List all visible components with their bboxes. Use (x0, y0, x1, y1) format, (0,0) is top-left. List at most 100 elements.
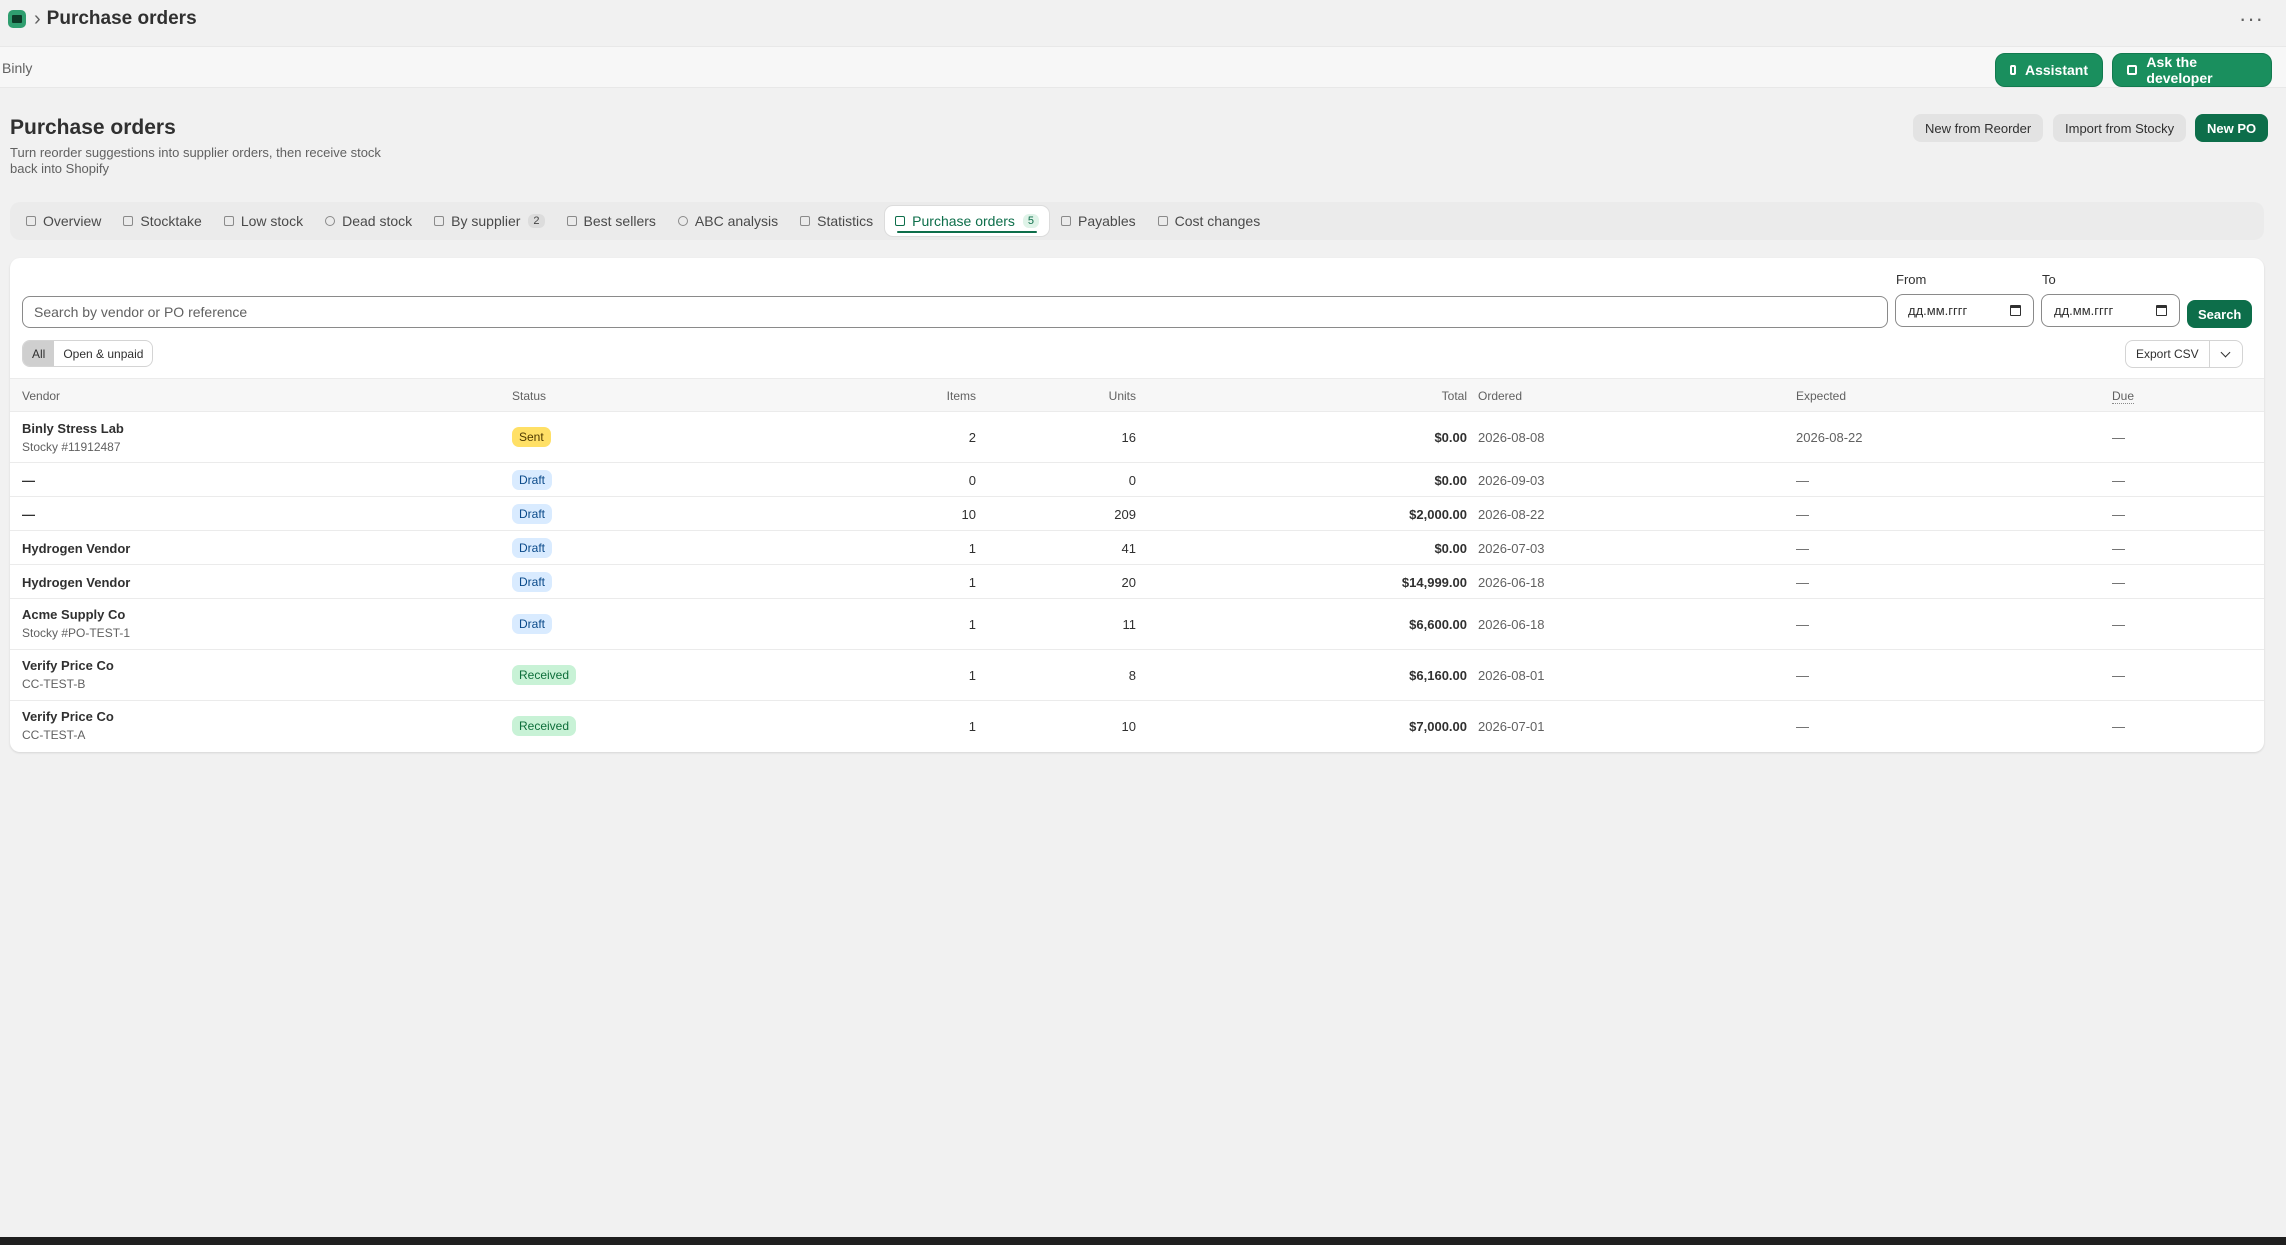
table-row[interactable]: Verify Price Co CC-TEST-B Received 1 8 $… (10, 650, 2264, 701)
vendor-name[interactable]: Hydrogen Vendor (22, 575, 130, 590)
from-date-label: From (1896, 272, 1927, 287)
vendor-name[interactable]: Verify Price Co (22, 658, 114, 673)
tab-label: Cost changes (1174, 213, 1261, 229)
col-ordered[interactable]: Ordered (1478, 389, 1522, 403)
calendar-icon[interactable] (2156, 305, 2167, 316)
tab-label: By supplier (451, 213, 521, 229)
items-count: 1 (968, 719, 976, 734)
col-total[interactable]: Total (1310, 389, 1467, 403)
due-date: — (2112, 719, 2125, 734)
po-reference: Stocky #PO-TEST-1 (22, 626, 131, 640)
assistant-button[interactable]: Assistant (1995, 53, 2103, 87)
to-date-placeholder: дд.мм.гггг (2054, 303, 2114, 318)
tab-cost-changes[interactable]: Cost changes (1148, 206, 1271, 236)
table-row[interactable]: — Draft 10 209 $2,000.00 2026-08-22 — — (10, 497, 2264, 531)
tab-by-supplier[interactable]: By supplier 2 (424, 206, 554, 236)
clipboard-icon (123, 216, 134, 226)
tab-stocktake[interactable]: Stocktake (113, 206, 211, 236)
po-reference: CC-TEST-B (22, 677, 86, 691)
table-row[interactable]: Hydrogen Vendor Draft 1 20 $14,999.00 20… (10, 565, 2264, 599)
expected-date: — (1796, 507, 1809, 522)
ask-developer-button[interactable]: Ask the developer (2112, 53, 2272, 87)
col-due[interactable]: Due (2112, 389, 2135, 404)
tab-statistics[interactable]: Statistics (790, 206, 883, 236)
status-badge: Received (512, 716, 577, 736)
items-count: 1 (968, 575, 976, 590)
vendor-name[interactable]: — (22, 507, 35, 522)
vendor-name[interactable]: Hydrogen Vendor (22, 541, 130, 556)
export-csv-button[interactable]: Export CSV (2126, 341, 2210, 367)
calendar-icon[interactable] (2010, 305, 2021, 316)
vendor-name[interactable]: Binly Stress Lab (22, 421, 124, 436)
tab-label: Dead stock (342, 213, 413, 229)
breadcrumb-separator: › (34, 7, 41, 30)
tab-overview[interactable]: Overview (16, 206, 111, 236)
from-date-placeholder: дд.мм.гггг (1908, 303, 1968, 318)
search-input[interactable] (22, 296, 1888, 328)
units-count: 16 (1121, 430, 1136, 445)
admin-topbar: › Purchase orders ··· (0, 0, 2286, 38)
po-reference: CC-TEST-A (22, 728, 86, 742)
table-row[interactable]: Binly Stress Lab Stocky #11912487 Sent 2… (10, 412, 2264, 463)
search-button[interactable]: Search (2187, 300, 2253, 328)
status-badge: Draft (512, 614, 553, 634)
expected-date: 2026-08-22 (1796, 430, 1863, 445)
table-row[interactable]: Hydrogen Vendor Draft 1 41 $0.00 2026-07… (10, 531, 2264, 565)
tab-label: Statistics (817, 213, 874, 229)
filter-open-unpaid[interactable]: Open & unpaid (54, 341, 152, 366)
ordered-date: 2026-07-03 (1478, 541, 1545, 556)
new-from-reorder-button[interactable]: New from Reorder (1913, 114, 2044, 142)
items-count: 10 (961, 507, 976, 522)
po-total: $0.00 (1434, 430, 1467, 445)
tab-abc-analysis[interactable]: ABC analysis (668, 206, 788, 236)
units-count: 41 (1121, 541, 1136, 556)
from-date-field[interactable]: дд.мм.гггг (1895, 294, 2034, 327)
filter-all[interactable]: All (23, 341, 55, 366)
col-units[interactable]: Units (1010, 389, 1136, 403)
table-row[interactable]: — Draft 0 0 $0.00 2026-09-03 — — (10, 463, 2264, 497)
units-count: 8 (1128, 668, 1136, 683)
tab-count-badge: 2 (528, 214, 545, 228)
new-po-button[interactable]: New PO (2195, 114, 2269, 142)
import-from-stocky-button[interactable]: Import from Stocky (2053, 114, 2187, 142)
more-actions-icon[interactable]: ··· (2239, 6, 2264, 32)
col-vendor[interactable]: Vendor (22, 389, 60, 403)
page-title: Purchase orders (10, 116, 176, 139)
status-badge: Draft (512, 538, 553, 558)
expected-date: — (1796, 668, 1809, 683)
bar-chart-icon (566, 216, 577, 226)
tab-purchase-orders[interactable]: Purchase orders 5 (885, 206, 1050, 236)
vendor-name[interactable]: Verify Price Co (22, 709, 114, 724)
tab-dead-stock[interactable]: Dead stock (315, 206, 422, 236)
warning-icon (223, 216, 234, 226)
po-total: $0.00 (1434, 541, 1467, 556)
table-row[interactable]: Verify Price Co CC-TEST-A Received 1 10 … (10, 701, 2264, 752)
ask-developer-button-label: Ask the developer (2146, 54, 2213, 86)
col-status[interactable]: Status (512, 389, 546, 403)
export-options-toggle[interactable] (2210, 341, 2242, 367)
due-date: — (2112, 617, 2125, 632)
tab-best-sellers[interactable]: Best sellers (557, 206, 666, 236)
po-total: $6,160.00 (1409, 668, 1467, 683)
status-badge: Draft (512, 572, 553, 592)
app-icon[interactable] (8, 10, 26, 28)
purchase-orders-card: From To дд.мм.гггг дд.мм.гггг Search All… (10, 258, 2264, 752)
store-icon (434, 216, 445, 226)
po-total: $6,600.00 (1409, 617, 1467, 632)
export-csv-split-button: Export CSV (2125, 340, 2243, 368)
status-badge: Draft (512, 504, 553, 524)
due-date: — (2112, 430, 2125, 445)
vendor-name[interactable]: Acme Supply Co (22, 607, 125, 622)
window-bottom-edge (0, 1237, 2286, 1245)
tab-low-stock[interactable]: Low stock (214, 206, 313, 236)
to-date-field[interactable]: дд.мм.гггг (2041, 294, 2180, 327)
tab-label: Best sellers (583, 213, 656, 229)
to-date-label: To (2042, 272, 2056, 287)
ordered-date: 2026-09-03 (1478, 473, 1545, 488)
table-row[interactable]: Acme Supply Co Stocky #PO-TEST-1 Draft 1… (10, 599, 2264, 650)
tab-payables[interactable]: Payables (1051, 206, 1146, 236)
vendor-name[interactable]: — (22, 473, 35, 488)
col-expected[interactable]: Expected (1796, 389, 1846, 403)
col-items[interactable]: Items (610, 389, 976, 403)
expected-date: — (1796, 575, 1809, 590)
